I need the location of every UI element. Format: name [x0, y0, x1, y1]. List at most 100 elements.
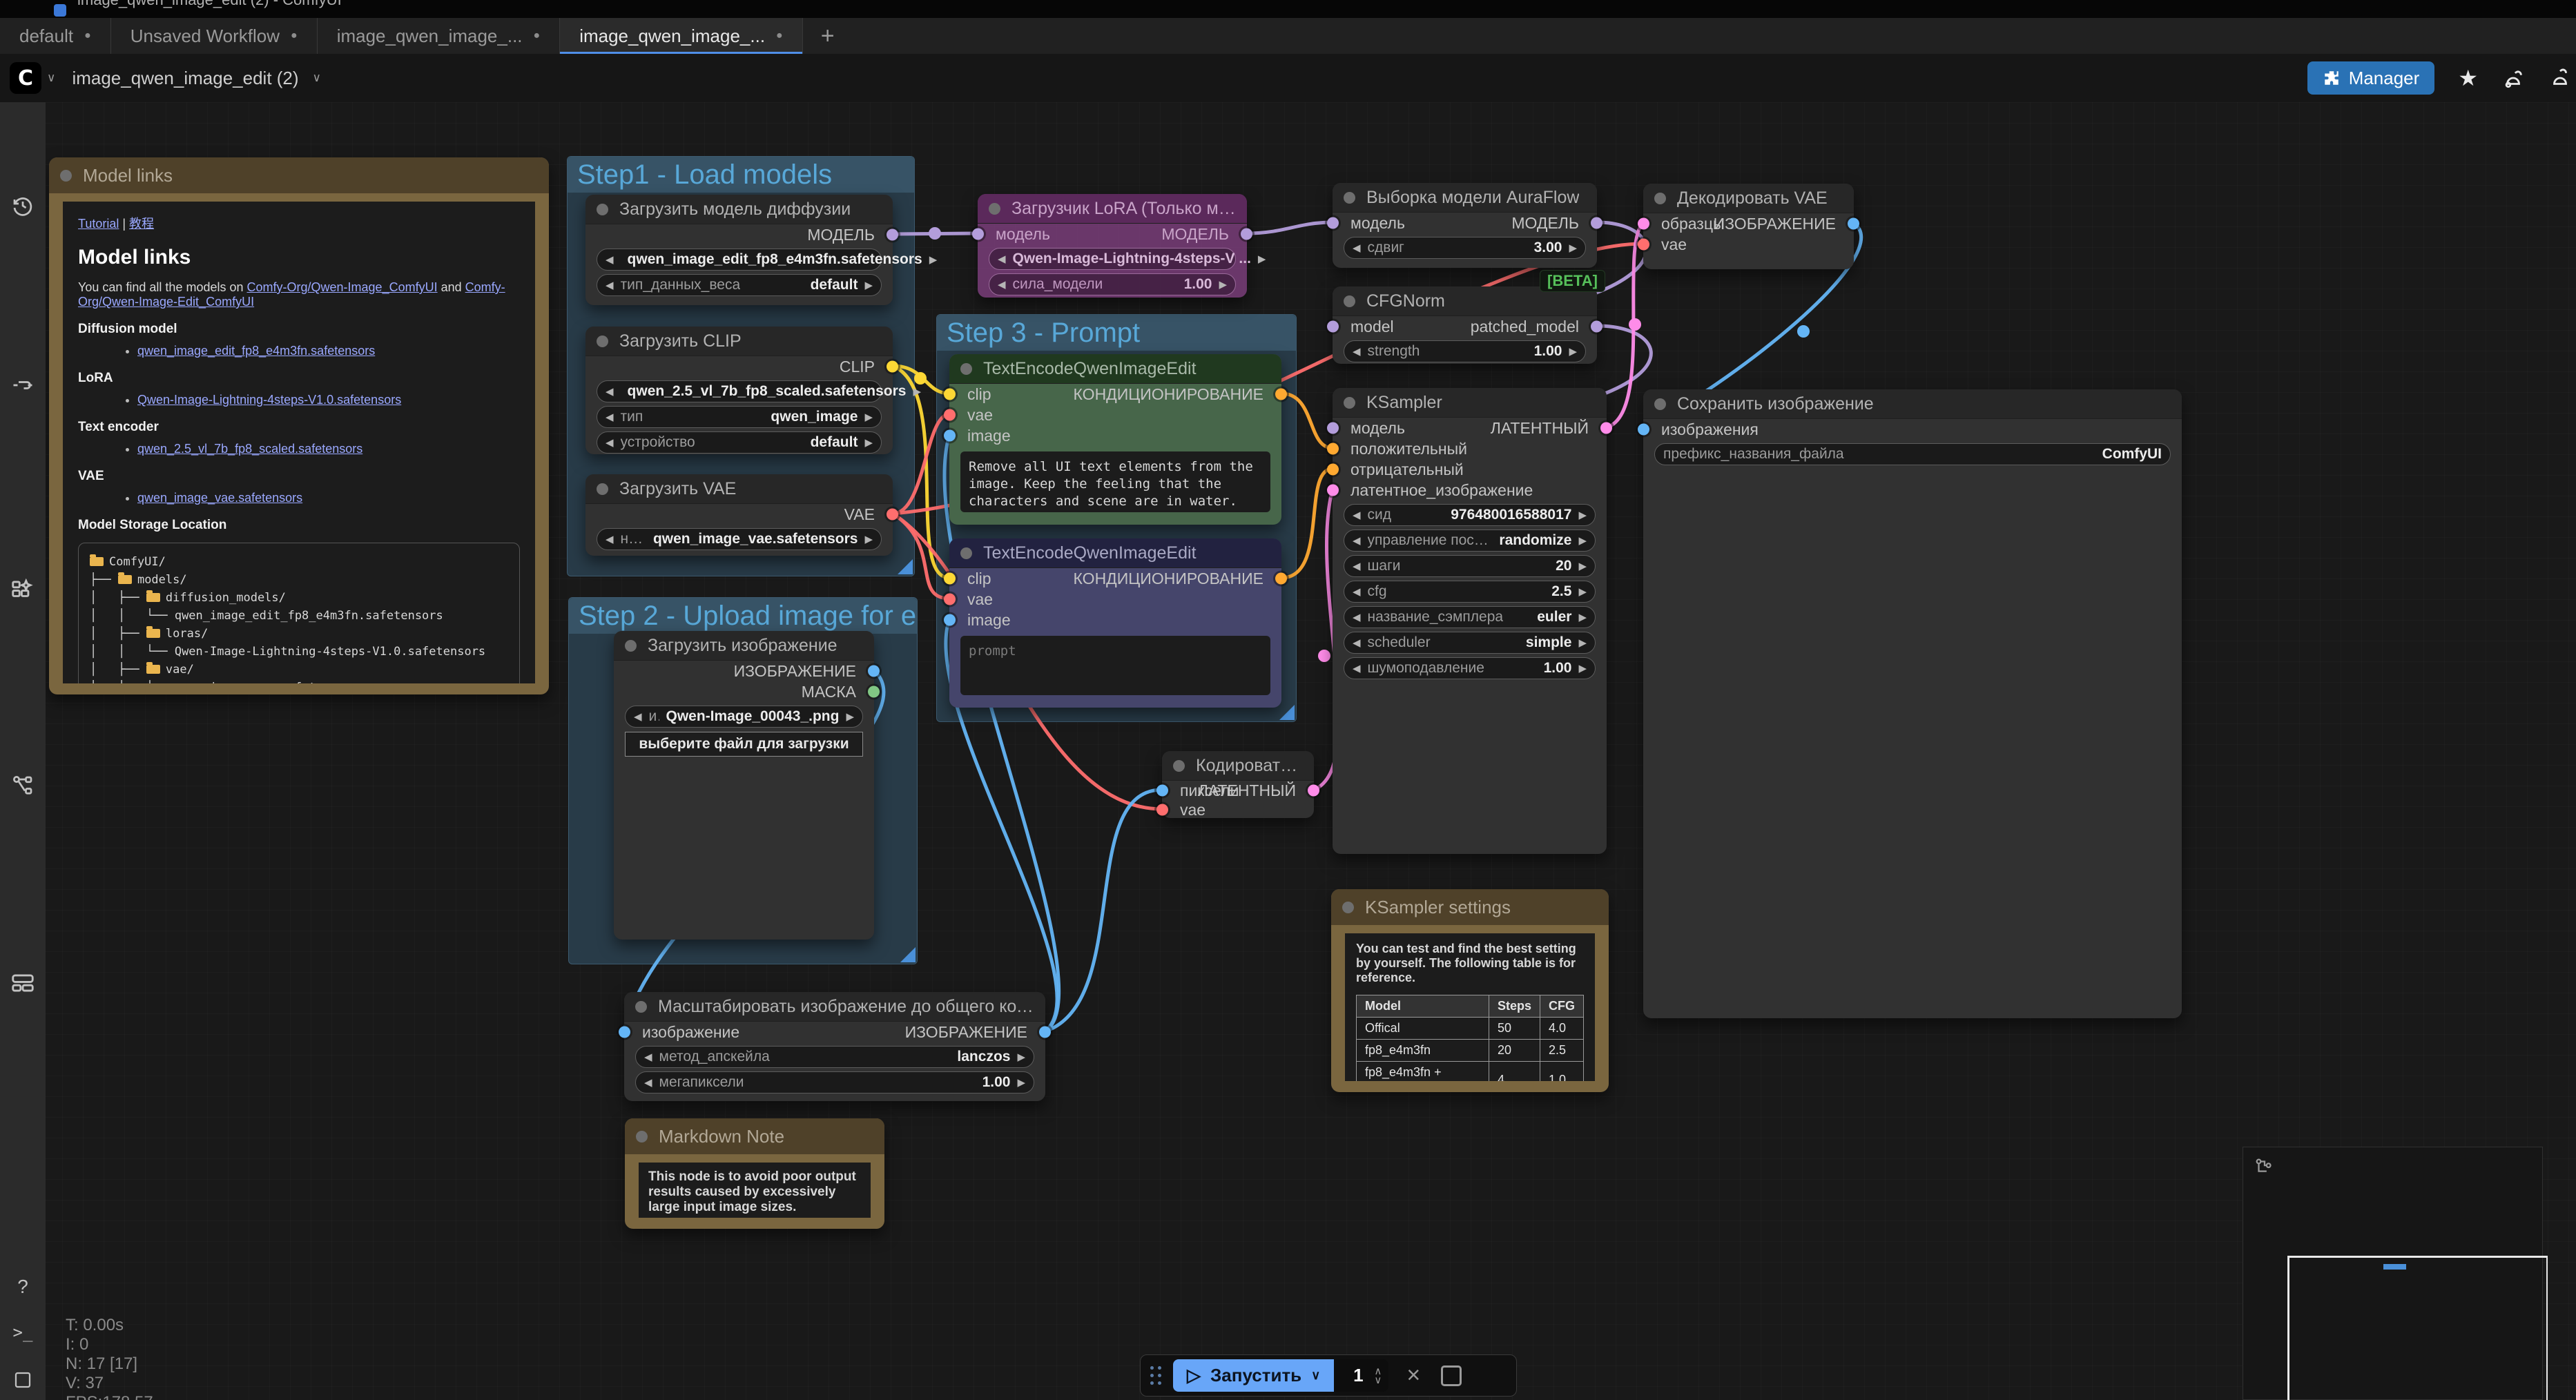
tab-default[interactable]: default ●	[0, 18, 111, 54]
widget-upscale-method[interactable]: ◀метод_апскейлаlanczos▶	[635, 1046, 1034, 1068]
note-markdown[interactable]: Markdown Note This node is to avoid poor…	[625, 1118, 884, 1229]
port-images-input[interactable]	[1638, 424, 1649, 436]
port-model-input[interactable]	[1327, 217, 1339, 229]
bell-icon[interactable]	[2501, 66, 2525, 90]
prompt-textarea[interactable]: Remove all UI text elements from the ima…	[960, 451, 1270, 512]
new-tab-button[interactable]: +	[803, 18, 853, 54]
collapse-dot[interactable]	[597, 204, 608, 215]
templates-icon[interactable]	[0, 970, 46, 996]
star-icon[interactable]: ★	[2458, 65, 2478, 91]
note-model-links-header[interactable]: Model links	[49, 157, 549, 193]
widget-scheduler[interactable]: ◀schedulersimple▶	[1344, 632, 1596, 654]
prev-arrow-icon[interactable]: ◀	[606, 253, 614, 266]
node-model-sampling-auraflow[interactable]: Выборка модели AuraFlow модельМОДЕЛЬ ◀сд…	[1333, 183, 1597, 268]
port-model-input[interactable]	[1327, 321, 1339, 333]
port-image-output[interactable]	[1039, 1027, 1051, 1038]
node-scale-image-total-pixels[interactable]: Масштабировать изображение до общего кол…	[624, 992, 1045, 1101]
widget-filename-prefix[interactable]: префикс_названия_файлаComfyUI	[1654, 443, 2171, 465]
port-image-input[interactable]	[619, 1027, 630, 1038]
port-vae-input[interactable]	[1638, 239, 1649, 251]
model-file-link[interactable]: qwen_2.5_vl_7b_fp8_scaled.safetensors	[137, 442, 362, 456]
widget-shift[interactable]: ◀сдвиг3.00▶	[1344, 237, 1586, 259]
widget-denoise[interactable]: ◀шумоподавление1.00▶	[1344, 657, 1596, 679]
node-load-image[interactable]: Загрузить изображение ИЗОБРАЖЕНИЕ МАСКА …	[614, 631, 874, 940]
collapse-dot[interactable]	[635, 1001, 647, 1013]
node-vae-decode[interactable]: Декодировать VAE образцыИЗОБРАЖЕНИЕ vae	[1643, 184, 1854, 269]
tutorial-link[interactable]: Tutorial	[78, 217, 119, 231]
collapse-dot[interactable]	[1342, 902, 1354, 913]
port-negative-input[interactable]	[1327, 464, 1339, 476]
widget-clip-device[interactable]: ◀устройствоdefault▶	[597, 431, 882, 454]
port-image-output[interactable]	[868, 665, 880, 677]
minimap[interactable]	[2243, 1147, 2543, 1400]
port-vae-input[interactable]	[944, 409, 956, 421]
node-canvas[interactable]: Step1 - Load models Step 2 - Upload imag…	[0, 102, 2576, 1400]
port-clip-input[interactable]	[944, 389, 956, 400]
menu-chevron-icon[interactable]: ∨	[47, 71, 55, 85]
collapse-dot[interactable]	[1344, 397, 1355, 409]
run-options-chevron-icon[interactable]: ∨	[1311, 1368, 1320, 1383]
widget-strength[interactable]: ◀strength1.00▶	[1344, 340, 1586, 362]
port-vae-input[interactable]	[944, 594, 956, 605]
port-image-input[interactable]	[944, 614, 956, 626]
model-file-link[interactable]: Qwen-Image-Lightning-4steps-V1.0.safeten…	[137, 393, 401, 407]
model-file-link[interactable]: qwen_image_edit_fp8_e4m3fn.safetensors	[137, 344, 375, 358]
port-latent-output[interactable]	[1308, 785, 1319, 797]
port-model-input[interactable]	[1327, 422, 1339, 434]
node-load-vae[interactable]: Загрузить VAE VAE ◀название_vaeqwen_imag…	[585, 474, 893, 556]
node-cfgnorm[interactable]: CFGNorm modelpatched_model ◀strength1.00…	[1333, 286, 1597, 364]
batch-count-stepper[interactable]: 1 ∧∨	[1334, 1359, 1388, 1392]
widget-image-file[interactable]: ◀изобр ...Qwen-Image_00043_.png▶	[625, 706, 863, 728]
collapse-dot[interactable]	[989, 203, 1000, 215]
workflow-title[interactable]: image_qwen_image_edit (2) ∨	[72, 68, 328, 89]
port-vae-output[interactable]	[887, 509, 898, 521]
port-mask-output[interactable]	[868, 686, 880, 698]
collapse-dot[interactable]	[597, 336, 608, 347]
link-toggle-icon[interactable]	[0, 373, 46, 398]
port-latent-input[interactable]	[1327, 485, 1339, 496]
collapse-dot[interactable]	[1344, 295, 1355, 307]
group-step3-header[interactable]: Step 3 - Prompt	[937, 315, 1296, 351]
group-step1-header[interactable]: Step1 - Load models	[568, 157, 914, 193]
port-clip-input[interactable]	[944, 573, 956, 585]
cancel-icon[interactable]: ×	[1406, 1362, 1420, 1389]
note-model-links[interactable]: Model links Tutorial | 教程 Model links Yo…	[49, 157, 549, 694]
port-image-input[interactable]	[944, 430, 956, 442]
help-icon[interactable]: ?	[0, 1276, 46, 1298]
port-image-output[interactable]	[1848, 218, 1859, 230]
model-file-link[interactable]: qwen_image_vae.safetensors	[137, 491, 302, 505]
stop-icon[interactable]	[1441, 1365, 1462, 1386]
minimap-viewport[interactable]	[2287, 1256, 2548, 1400]
node-load-clip[interactable]: Загрузить CLIP CLIP ◀на...qwen_2.5_vl_7b…	[585, 327, 893, 454]
node-save-image[interactable]: Сохранить изображение изображения префик…	[1643, 389, 2182, 1018]
terminal-icon[interactable]: >_	[0, 1323, 46, 1342]
tab-image-qwen-1[interactable]: image_qwen_image_... ●	[318, 18, 561, 54]
widget-seed[interactable]: ◀сид976480016588017▶	[1344, 504, 1596, 526]
collapse-dot[interactable]	[1654, 398, 1666, 410]
prompt-textarea-empty[interactable]	[960, 636, 1270, 695]
port-conditioning-output[interactable]	[1275, 573, 1287, 585]
node-load-diffusion-model[interactable]: Загрузить модель диффузии МОДЕЛЬ ◀...qwe…	[585, 195, 893, 305]
frame-icon[interactable]	[0, 1370, 46, 1390]
group-resize-handle[interactable]	[900, 947, 916, 962]
widget-megapixels[interactable]: ◀мегапиксели1.00▶	[635, 1071, 1034, 1093]
widget-lora-strength[interactable]: ◀сила_модели1.00▶	[989, 273, 1236, 295]
manager-button[interactable]: Manager	[2307, 61, 2435, 95]
node-text-encode-positive[interactable]: TextEncodeQwenImageEdit clipКОНДИЦИОНИРО…	[949, 354, 1281, 525]
widget-sampler-name[interactable]: ◀название_сэмплераeuler▶	[1344, 606, 1596, 628]
workflows-icon[interactable]	[0, 773, 46, 798]
tab-image-qwen-2-active[interactable]: image_qwen_image_... ●	[560, 18, 803, 54]
note-ksampler-settings-header[interactable]: KSampler settings	[1331, 889, 1609, 925]
port-model-output[interactable]	[1241, 229, 1252, 240]
node-text-encode-negative[interactable]: TextEncodeQwenImageEdit clipКОНДИЦИОНИРО…	[949, 538, 1281, 708]
node-ksampler[interactable]: KSampler модельЛАТЕНТНЫЙ положительный о…	[1333, 388, 1607, 854]
group-resize-handle[interactable]	[898, 559, 913, 574]
widget-clip-name[interactable]: ◀на...qwen_2.5_vl_7b_fp8_scaled.safetens…	[597, 380, 882, 402]
collapse-dot[interactable]	[636, 1131, 648, 1143]
widget-clip-type[interactable]: ◀типqwen_image▶	[597, 406, 882, 428]
widget-steps[interactable]: ◀шаги20▶	[1344, 555, 1596, 577]
node-library-icon[interactable]	[0, 576, 46, 603]
port-vae-input[interactable]	[1156, 804, 1168, 816]
widget-vae-name[interactable]: ◀название_vaeqwen_image_vae.safetensors▶	[597, 528, 882, 550]
node-vae-encode[interactable]: Кодировать V... пикселиЛАТЕНТНЫЙ vae	[1162, 751, 1314, 818]
